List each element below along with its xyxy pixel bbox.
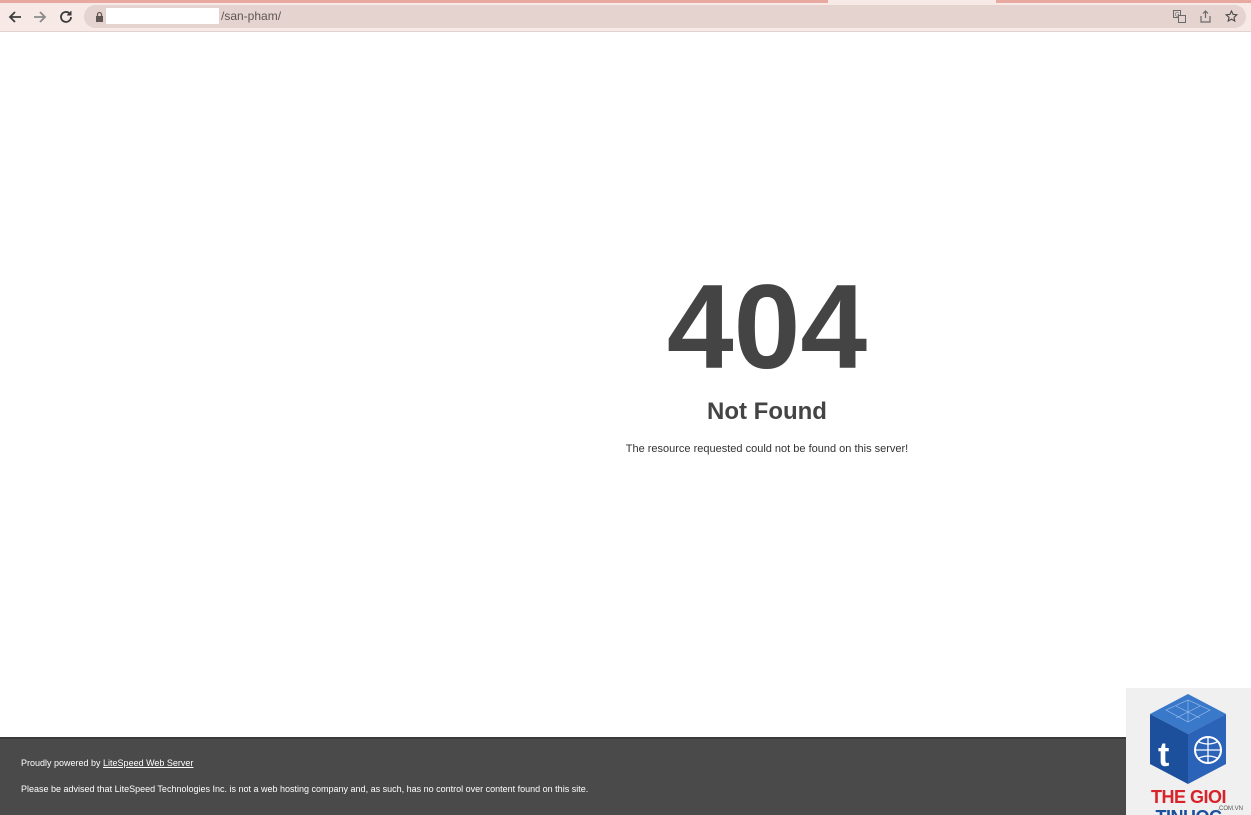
svg-text:t: t — [1158, 736, 1169, 774]
back-button[interactable] — [4, 6, 26, 28]
watermark-brand-part1: THE GIOI — [1150, 787, 1227, 807]
share-button[interactable] — [1198, 9, 1213, 24]
tab-strip-accent — [0, 0, 828, 3]
bookmark-button[interactable] — [1224, 9, 1239, 24]
translate-icon: G — [1173, 10, 1186, 23]
lock-icon — [96, 11, 103, 22]
url-path: /san-pham/ — [221, 9, 282, 23]
error-title: Not Found — [707, 398, 827, 425]
reload-button[interactable] — [55, 6, 77, 28]
forward-icon — [34, 11, 47, 23]
footer: Proudly powered by LiteSpeed Web Server … — [0, 737, 1251, 815]
star-icon — [1225, 10, 1238, 23]
translate-button[interactable]: G — [1172, 9, 1187, 24]
forward-button[interactable] — [29, 6, 51, 28]
disclaimer-text: Please be advised that LiteSpeed Technol… — [21, 784, 589, 794]
address-bar[interactable]: /san-pham/ G — [84, 5, 1246, 28]
cube-logo-icon: t — [1150, 694, 1226, 784]
powered-by-prefix: Proudly powered by — [21, 758, 104, 768]
reload-icon — [60, 11, 72, 23]
watermark-brand-sub: .COM.VN — [1217, 806, 1243, 812]
back-icon — [8, 11, 21, 23]
watermark-brand-part2: TINHOC — [1156, 807, 1223, 815]
share-icon — [1200, 10, 1211, 23]
litespeed-link[interactable]: LiteSpeed Web Server — [103, 758, 193, 768]
browser-toolbar: /san-pham/ G — [0, 0, 1251, 32]
error-message: The resource requested could not be foun… — [625, 443, 909, 455]
error-code: 404 — [666, 260, 868, 394]
svg-text:G: G — [1175, 12, 1180, 18]
powered-by-text: Proudly powered by LiteSpeed Web Server — [21, 757, 193, 770]
watermark-logo: t THE GIOI TINHOC .COM.VN — [1126, 688, 1251, 815]
tab-strip-accent — [996, 0, 1251, 3]
redacted-domain — [106, 8, 219, 24]
